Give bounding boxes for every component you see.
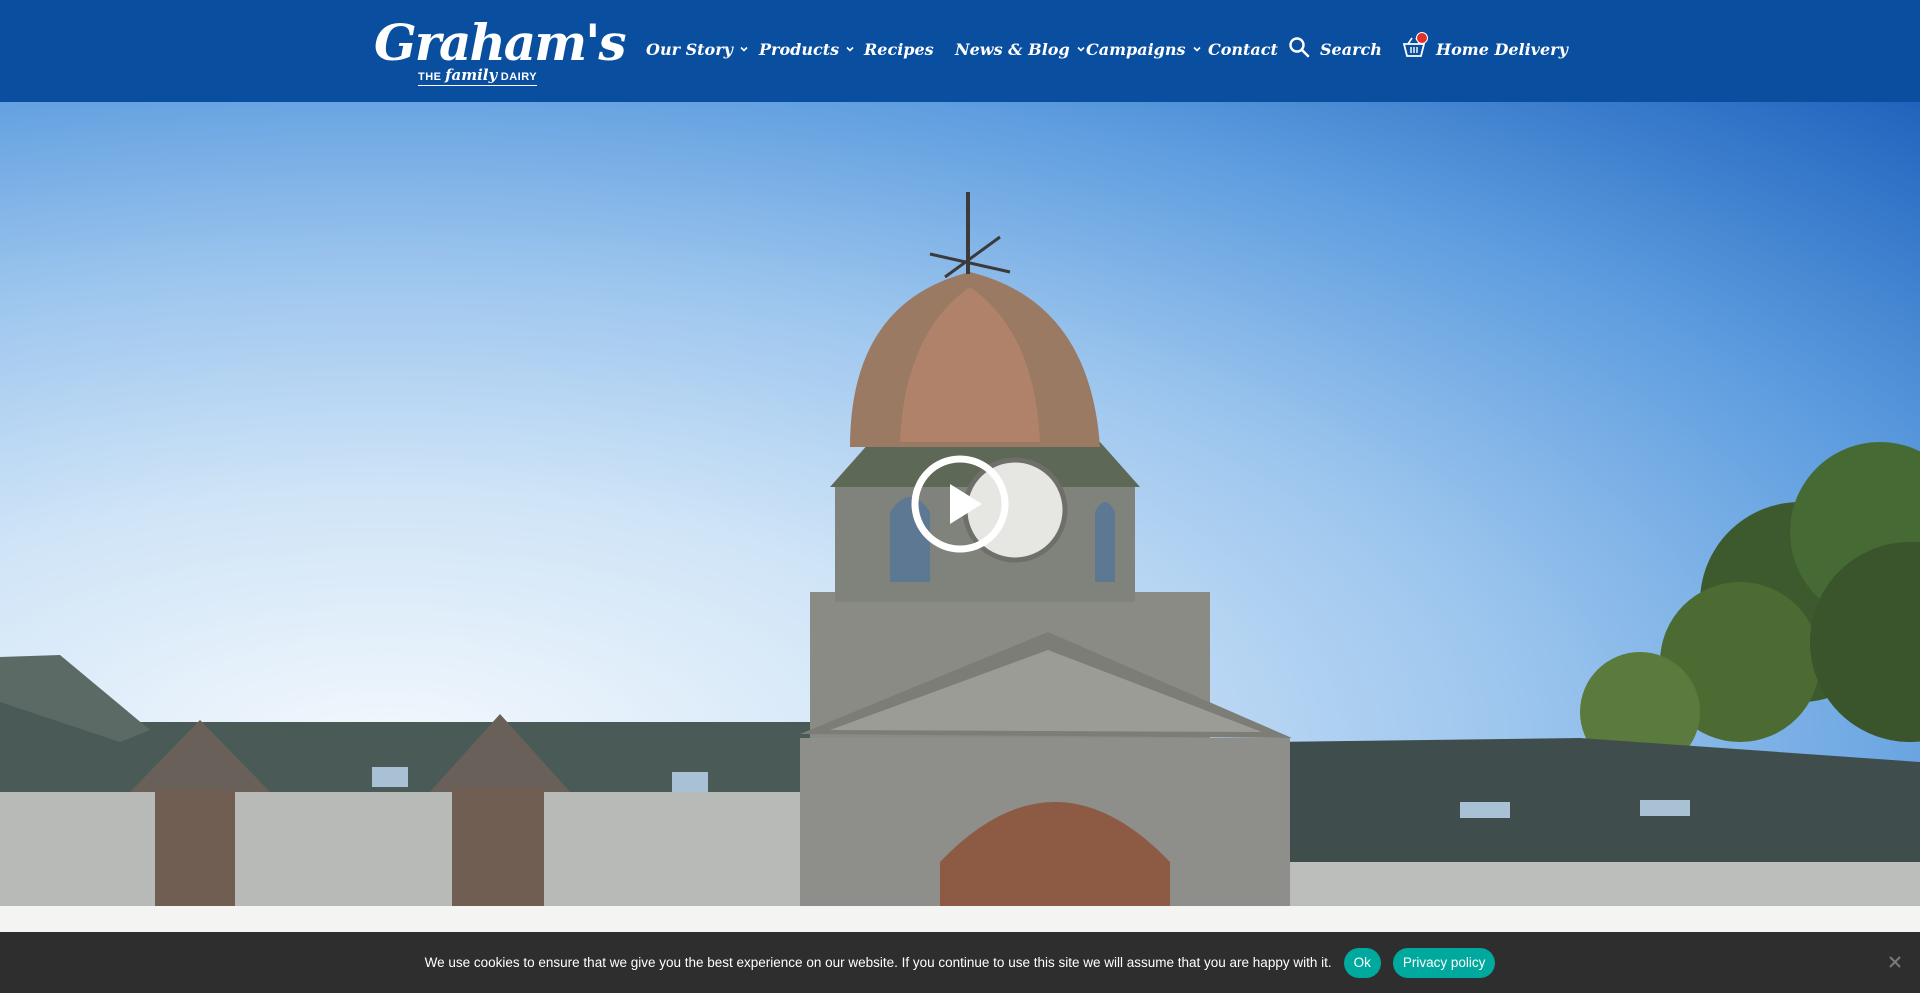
nav-campaigns[interactable]: Campaigns xyxy=(1086,36,1202,62)
basket-badge xyxy=(1416,32,1428,44)
nav-news-blog[interactable]: News & Blog xyxy=(955,36,1086,62)
search-label: Search xyxy=(1320,39,1382,59)
chevron-down-icon xyxy=(739,44,749,54)
play-circle-icon xyxy=(911,455,1009,553)
search-icon xyxy=(1288,36,1310,62)
hero-video[interactable] xyxy=(0,102,1920,910)
play-button[interactable] xyxy=(910,454,1010,554)
trees xyxy=(1580,442,1920,772)
search-button[interactable]: Search xyxy=(1288,36,1382,62)
basket-icon xyxy=(1402,32,1428,62)
nav-products[interactable]: Products xyxy=(759,36,855,62)
nav-label: Recipes xyxy=(864,39,934,59)
cookie-ok-button[interactable]: Ok xyxy=(1343,947,1381,978)
site-header: Graham's THE family DAIRY Our Story Prod… xyxy=(0,0,1920,102)
logo-wordmark: Graham's xyxy=(374,13,627,72)
nav-our-story[interactable]: Our Story xyxy=(646,36,749,62)
home-delivery-label: Home Delivery xyxy=(1436,39,1568,59)
chevron-down-icon xyxy=(845,44,855,54)
chevron-down-icon xyxy=(1076,44,1086,54)
grahams-logo[interactable]: Graham's THE family DAIRY xyxy=(372,14,627,86)
cookie-notice: We use cookies to ensure that we give yo… xyxy=(0,932,1920,993)
nav-recipes[interactable]: Recipes xyxy=(864,36,934,62)
nav-label: News & Blog xyxy=(955,39,1070,59)
home-delivery-link[interactable]: Home Delivery xyxy=(1402,32,1568,62)
logo-tagline: THE family DAIRY xyxy=(418,66,538,86)
cookie-message: We use cookies to ensure that we give yo… xyxy=(424,955,1332,970)
nav-label: Products xyxy=(759,39,840,59)
nav-label: Campaigns xyxy=(1086,39,1186,59)
clock-tower xyxy=(800,192,1292,910)
nav-label: Our Story xyxy=(646,39,733,59)
chevron-down-icon xyxy=(1192,44,1202,54)
nav-label: Contact xyxy=(1208,39,1278,59)
close-icon[interactable] xyxy=(1886,953,1904,971)
privacy-policy-button[interactable]: Privacy policy xyxy=(1392,947,1496,978)
nav-contact[interactable]: Contact xyxy=(1208,36,1278,62)
